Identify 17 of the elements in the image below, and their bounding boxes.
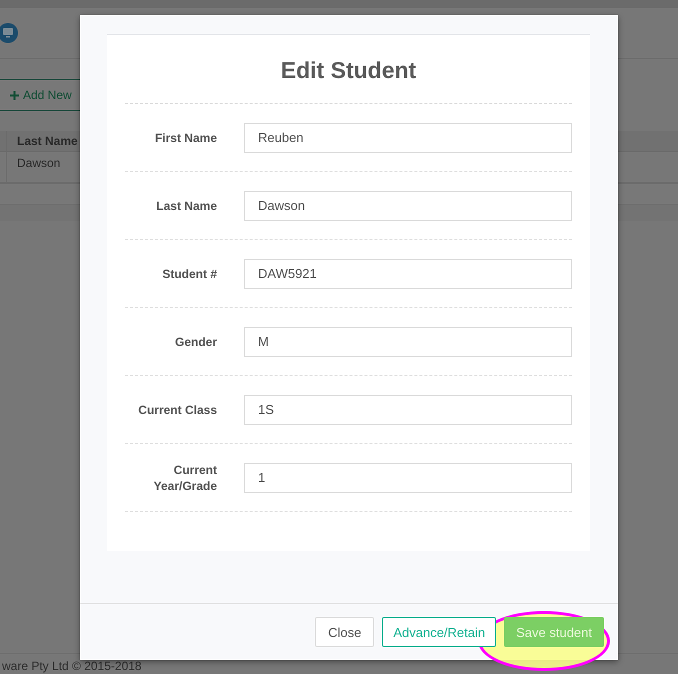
field-label: Current Year/Grade: [152, 462, 217, 494]
dialog-title: Edit Student: [280, 56, 416, 84]
field-label: Last Name: [155, 198, 217, 214]
field-label: First Name: [154, 130, 217, 146]
input-field[interactable]: Reuben: [244, 122, 572, 152]
plus-icon: [10, 90, 19, 100]
close-button[interactable]: Close: [315, 617, 374, 647]
field-label: Gender: [174, 334, 217, 350]
input-field[interactable]: 1S: [244, 394, 572, 424]
copyright-text: ware Pty Ltd © 2015-2018: [2, 659, 142, 673]
column-header: Last Name: [6, 131, 78, 151]
field-label: Current Class: [137, 402, 217, 418]
input-field[interactable]: Dawson: [244, 190, 572, 220]
input-field[interactable]: M: [244, 326, 572, 356]
input-field[interactable]: DAW5921: [244, 258, 572, 288]
input-field[interactable]: 1: [244, 462, 572, 492]
field-label: Student #: [161, 266, 217, 282]
